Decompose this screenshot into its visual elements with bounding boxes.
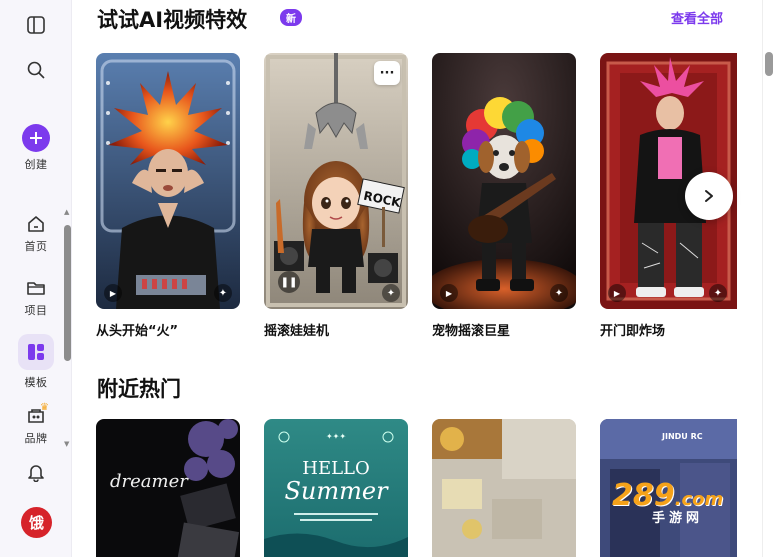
- street-caption: JINDU RC: [661, 432, 703, 441]
- dreamer-caption: dreamer: [110, 471, 189, 492]
- ai-sparkle-icon: ✦: [214, 284, 232, 302]
- blurred-thumbnail: [432, 419, 576, 557]
- templates-label: 模板: [24, 376, 48, 389]
- ai-sparkle-icon: ✦: [709, 284, 727, 302]
- toggle-sidebar-button[interactable]: [0, 15, 72, 35]
- home-label: 首页: [24, 240, 48, 253]
- main-scrollbar[interactable]: [762, 0, 777, 557]
- effect-card-title: 开门即炸场: [600, 324, 666, 339]
- svg-text:✦✦✦: ✦✦✦: [326, 432, 346, 441]
- effects-section-title: 试试AI视频特效: [97, 8, 248, 32]
- nearby-card-dreamer[interactable]: dreamer: [96, 419, 240, 557]
- bell-icon: [28, 465, 44, 482]
- effect-card-fire-hair[interactable]: ▶ ✦: [96, 53, 240, 309]
- brand-label: 品牌: [24, 432, 48, 445]
- notifications-button[interactable]: [0, 462, 72, 482]
- effect-card-title: 宠物摇滚巨星: [432, 324, 511, 339]
- projects-label: 项目: [24, 304, 48, 317]
- fire-hair-thumbnail: [96, 53, 240, 309]
- main-content: 试试AI视频特效 新 查看全部 ▶ ✦ 从头开始“火” ROCK ··· ❚❚ …: [72, 0, 762, 557]
- effect-card-title: 摇滚娃娃机: [264, 324, 330, 339]
- pause-icon[interactable]: ❚❚: [278, 271, 300, 293]
- search-button[interactable]: [0, 60, 72, 80]
- sidebar-scrollbar-thumb[interactable]: [64, 225, 71, 361]
- main-scrollbar-thumb[interactable]: [765, 52, 773, 76]
- create-label: 创建: [24, 158, 48, 171]
- hello-caption: HELLO: [302, 458, 370, 479]
- sidebar-item-projects[interactable]: 项目: [0, 278, 72, 318]
- summer-caption: Summer: [284, 477, 389, 505]
- scroll-down-arrow-icon[interactable]: ▼: [64, 440, 69, 448]
- sidebar-panel-icon: [27, 16, 45, 34]
- dreamer-thumbnail: dreamer: [96, 419, 240, 557]
- crown-icon: ♛: [40, 402, 49, 413]
- carousel-next-button[interactable]: [685, 172, 733, 220]
- nearby-card-hello-summer[interactable]: ✦✦✦ HELLO Summer: [264, 419, 408, 557]
- ai-sparkle-icon: ✦: [382, 284, 400, 302]
- hello-summer-thumbnail: ✦✦✦ HELLO Summer: [264, 419, 408, 557]
- nearby-card-blurred[interactable]: [432, 419, 576, 557]
- play-icon[interactable]: ▶: [608, 284, 626, 302]
- new-badge: 新: [280, 9, 302, 26]
- view-all-link[interactable]: 查看全部: [671, 8, 723, 27]
- nearby-section-title: 附近热门: [97, 377, 181, 401]
- play-icon[interactable]: ▶: [440, 284, 458, 302]
- sidebar-item-brand[interactable]: ♛ 品牌: [0, 402, 72, 446]
- sidebar: 创建 首页 项目 模板 ♛ 品牌 饿 ▲ ▼: [0, 0, 72, 557]
- chevron-right-icon: [705, 190, 713, 202]
- more-options-button[interactable]: ···: [374, 61, 400, 85]
- ai-sparkle-icon: ✦: [550, 284, 568, 302]
- site-watermark: 289.com 手游网: [612, 478, 723, 526]
- templates-icon: [18, 334, 54, 370]
- home-icon: [28, 216, 44, 232]
- scroll-up-arrow-icon[interactable]: ▲: [64, 208, 69, 216]
- avatar[interactable]: 饿: [21, 507, 52, 538]
- plus-icon: [22, 124, 50, 152]
- effect-card-rock-doll[interactable]: ROCK ··· ❚❚ ✦: [264, 53, 408, 309]
- pet-rockstar-thumbnail: [432, 53, 576, 309]
- effect-card-pet-rockstar[interactable]: ▶ ✦: [432, 53, 576, 309]
- play-icon[interactable]: ▶: [104, 284, 122, 302]
- create-button[interactable]: 创建: [0, 124, 72, 172]
- sidebar-item-templates[interactable]: 模板: [0, 334, 72, 390]
- folder-icon: [27, 282, 45, 295]
- sidebar-item-home[interactable]: 首页: [0, 214, 72, 254]
- search-icon: [27, 61, 45, 79]
- effect-card-title: 从头开始“火”: [96, 324, 179, 339]
